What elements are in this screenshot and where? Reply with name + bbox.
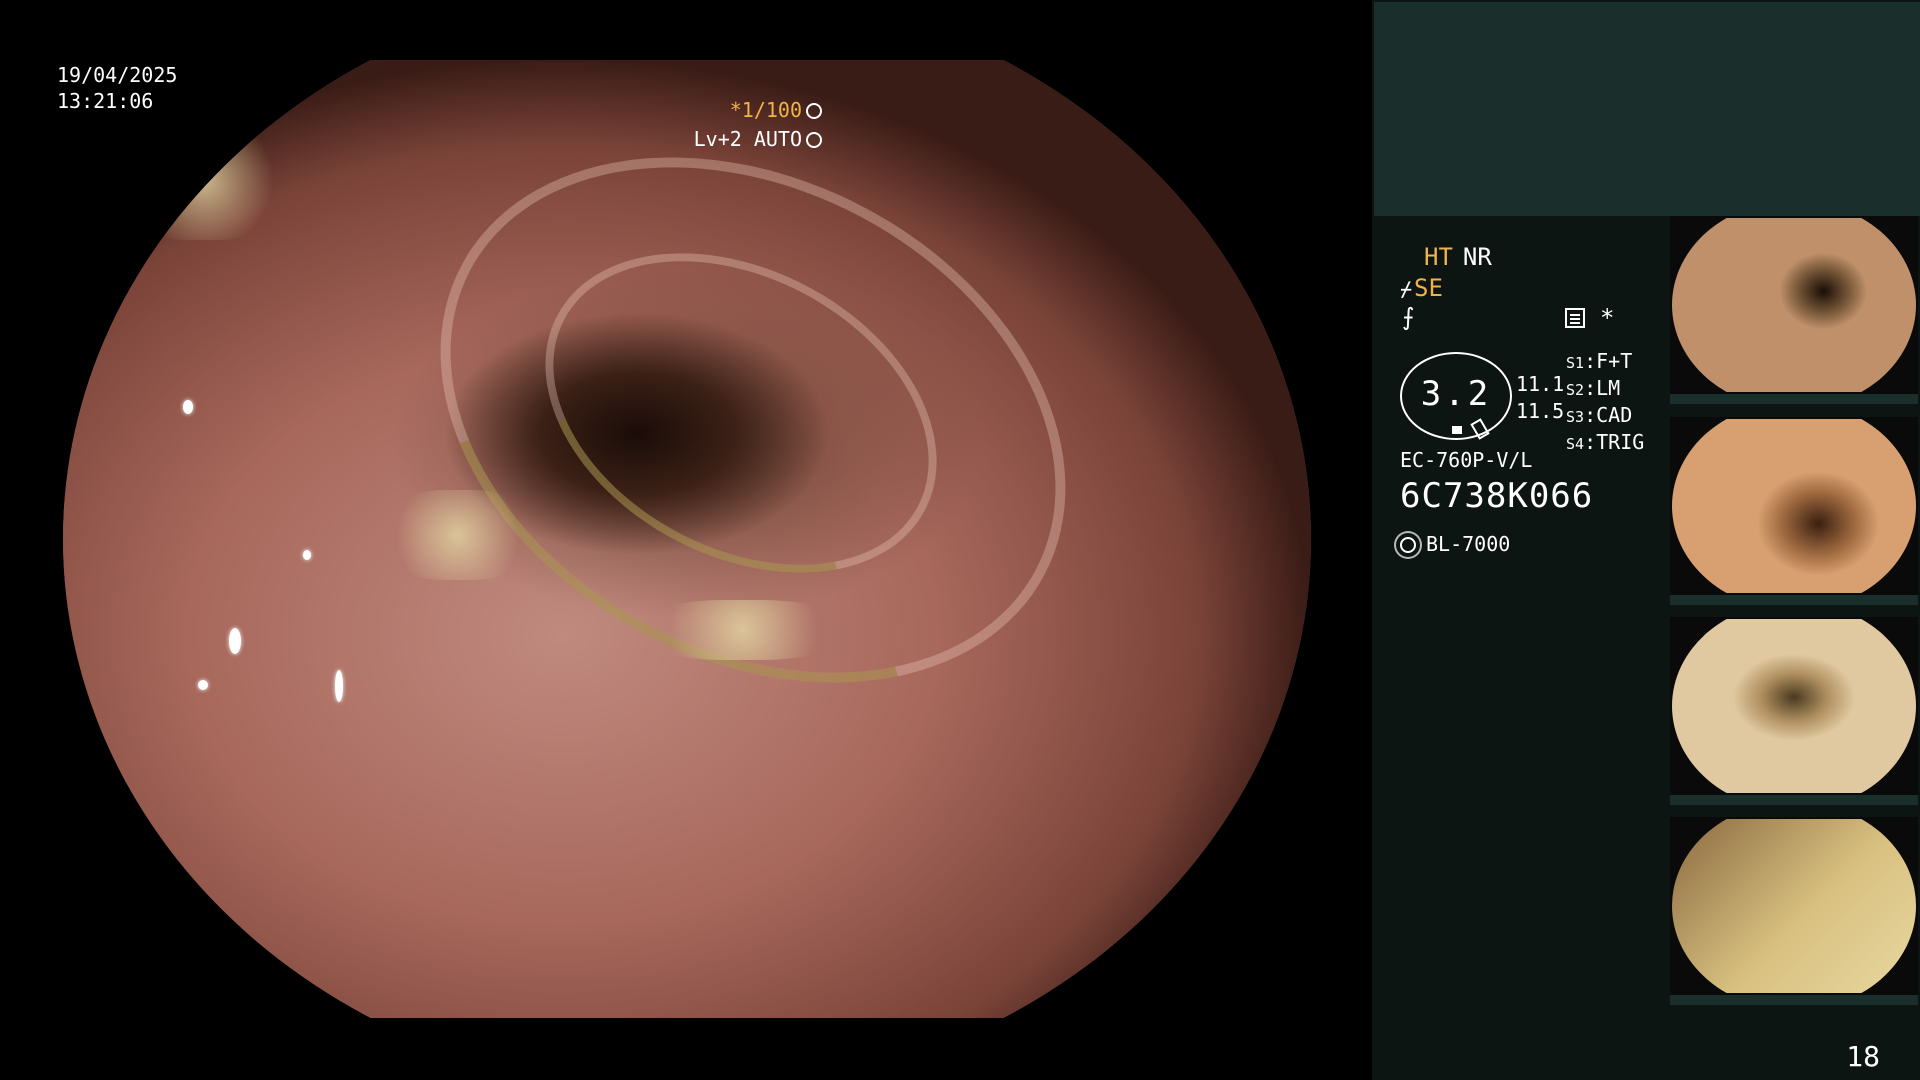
switch-item: S4:TRIG (1566, 430, 1645, 454)
se-status: ⌿SE (1400, 274, 1443, 302)
page-number: 18 (1846, 1040, 1880, 1073)
scope-serial: 6C738K066 (1400, 476, 1594, 516)
thumbnail-bar (1670, 595, 1918, 605)
thumbnail-bar (1670, 394, 1918, 404)
switch-value: TRIG (1596, 430, 1645, 454)
capture-thumbnail[interactable] (1670, 417, 1918, 605)
aperture-icon (806, 103, 822, 119)
gauge-marker-icon (1452, 426, 1462, 434)
sun-icon (1400, 537, 1416, 553)
capture-thumbnail[interactable] (1670, 617, 1918, 805)
switch-key: S1 (1566, 354, 1585, 372)
switch-item: S1:F+T (1566, 349, 1633, 373)
noise-filter-icon: ⨍ (1402, 303, 1415, 331)
scope-model: EC-760P-V/L (1400, 448, 1533, 472)
thumbnail-image (1672, 218, 1916, 392)
ht-indicator: HT (1424, 243, 1453, 271)
zoom-gauge: 3.2 (1400, 352, 1512, 440)
thumbnail-bar (1670, 795, 1918, 805)
switch-key: S4 (1566, 435, 1585, 453)
switch-value: F+T (1596, 349, 1633, 373)
switch-item: S2:LM (1566, 376, 1621, 400)
nr-indicator: NR (1462, 243, 1492, 271)
thumbnail-image (1672, 419, 1916, 593)
switch-assignments: S1:F+T S2:LM S3:CAD S4:TRIG (1566, 349, 1644, 457)
light-source: BL-7000 (1400, 532, 1510, 556)
debris (123, 120, 283, 240)
light-source-label: BL-7000 (1426, 532, 1511, 556)
light-reflection (183, 400, 193, 414)
light-reflection (198, 680, 208, 690)
switch-key: S2 (1566, 381, 1585, 399)
light-reflection (303, 550, 311, 560)
endoscope-view: 19/04/2025 13:21:06 *1/100 Lv+2 AUTO (0, 0, 1372, 1080)
gauge-reading-2: 11.5 (1516, 399, 1565, 423)
switch-value: CAD (1596, 403, 1633, 427)
switch-item: S3:CAD (1566, 403, 1633, 427)
gauge-tab-icon (1470, 418, 1490, 440)
panel-header-area (1374, 2, 1920, 216)
shutter-speed-label: *1/100 (730, 98, 822, 122)
star-indicator: * (1600, 304, 1615, 332)
time-label: 13:21:06 (57, 89, 154, 113)
exposure-level-label: Lv+2 AUTO (694, 127, 822, 151)
debris (643, 600, 843, 660)
thumbnail-image (1672, 819, 1916, 993)
structure-enhancement-icon: ⌿ (1400, 277, 1413, 301)
capture-thumbnail[interactable] (1670, 216, 1918, 404)
endoscopic-image (63, 60, 1311, 1018)
exposure-level-value: Lv+2 AUTO (693, 127, 802, 151)
capture-thumbnail[interactable] (1670, 817, 1918, 1005)
iris-icon (806, 132, 822, 148)
enhancement-status: HT NR (1424, 243, 1492, 271)
gauge-value: 3.2 (1420, 374, 1492, 414)
gauge-reading-1: 11.1 (1516, 372, 1565, 396)
light-reflection (335, 670, 343, 702)
switch-value: LM (1596, 376, 1621, 400)
light-reflection (229, 628, 241, 654)
thumbnail-image (1672, 619, 1916, 793)
se-indicator: SE (1414, 274, 1443, 302)
date-label: 19/04/2025 (57, 63, 178, 87)
memory-icon (1565, 308, 1585, 328)
switch-key: S3 (1566, 408, 1585, 426)
thumbnail-bar (1670, 995, 1918, 1005)
shutter-speed-value: *1/100 (729, 98, 802, 122)
debris (383, 490, 533, 580)
